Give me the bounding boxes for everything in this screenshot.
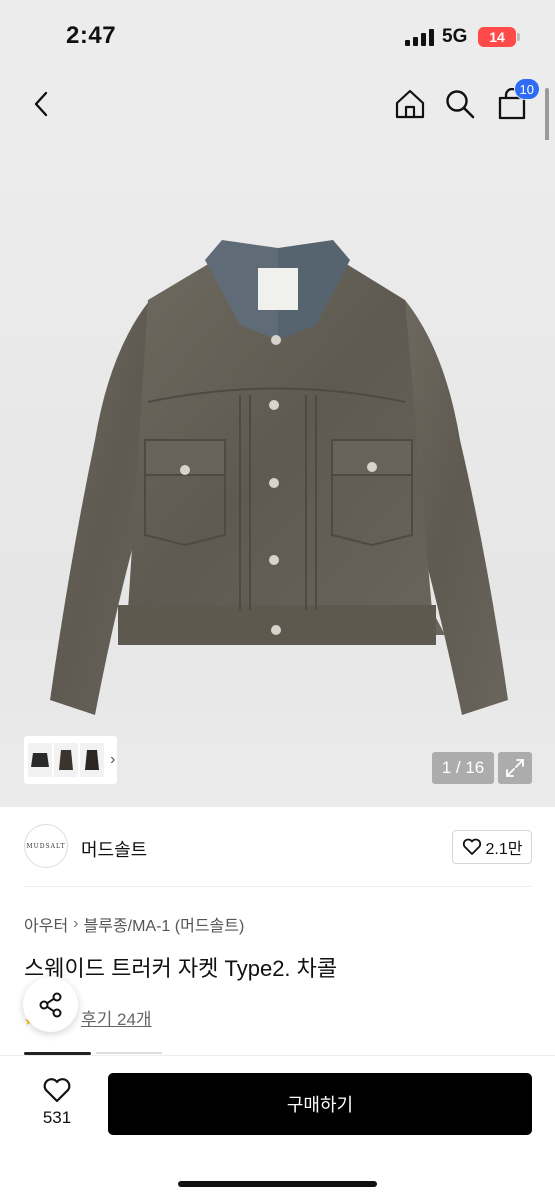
brand-logo-text: MUDSALT: [26, 842, 66, 850]
status-time: 2:47: [66, 22, 117, 49]
network-type: 5G: [442, 26, 468, 47]
wishlist-count: 531: [42, 1108, 72, 1127]
divider: [24, 886, 532, 887]
app-header: 10: [0, 70, 555, 140]
heart-icon: [43, 1078, 71, 1103]
share-button[interactable]: [23, 977, 78, 1032]
brand-name[interactable]: 머드솔트: [81, 836, 147, 862]
breadcrumb: 아우터 › 블루종/MA-1 (머드솔트): [24, 912, 244, 936]
home-icon: [395, 89, 425, 119]
share-icon: [39, 992, 61, 1017]
search-icon: [446, 90, 475, 119]
image-counter: 1 / 16: [432, 752, 494, 784]
tab-underline: [96, 1052, 162, 1054]
bottom-action-bar: 531 구매하기: [0, 1055, 555, 1200]
home-button[interactable]: [390, 84, 430, 124]
thumbnail[interactable]: [28, 743, 52, 777]
product-title: 스웨이드 트러커 자켓 Type2. 차콜: [24, 956, 338, 981]
brand-like-count: 2.1만: [485, 841, 523, 858]
chevron-right-icon: ›: [73, 915, 79, 932]
signal-icon: [405, 29, 434, 46]
heart-icon: [462, 838, 481, 855]
breadcrumb-item[interactable]: 아우터: [24, 912, 68, 936]
breadcrumb-item[interactable]: 블루종/MA-1 (머드솔트): [84, 912, 245, 936]
thumbnail-strip[interactable]: ›: [24, 736, 117, 784]
expand-button[interactable]: [498, 752, 532, 784]
cart-count-badge: 10: [513, 78, 540, 100]
battery-level: 14: [489, 29, 505, 45]
expand-icon: [506, 759, 524, 777]
status-bar: 2:47 5G 14: [0, 0, 555, 70]
chevron-right-icon[interactable]: ›: [110, 751, 115, 769]
buy-button[interactable]: 구매하기: [108, 1073, 532, 1135]
thumbnail[interactable]: [54, 743, 78, 777]
review-link[interactable]: 후기 24개: [81, 1005, 152, 1030]
back-button[interactable]: [22, 84, 62, 124]
wishlist-button[interactable]: 531: [28, 1076, 86, 1146]
brand-row[interactable]: MUDSALT 머드솔트 2.1만: [24, 822, 532, 872]
brand-logo[interactable]: MUDSALT: [24, 824, 68, 868]
search-button[interactable]: [440, 84, 480, 124]
product-image: [50, 240, 508, 715]
home-indicator: [178, 1181, 377, 1187]
product-image-gallery[interactable]: › 1 / 16: [0, 140, 555, 807]
battery-icon: 14: [478, 27, 520, 47]
brand-like-button[interactable]: 2.1만: [452, 830, 532, 864]
thumbnail[interactable]: [80, 743, 104, 777]
cart-button[interactable]: 10: [492, 78, 540, 124]
chevron-left-icon: [34, 91, 48, 117]
